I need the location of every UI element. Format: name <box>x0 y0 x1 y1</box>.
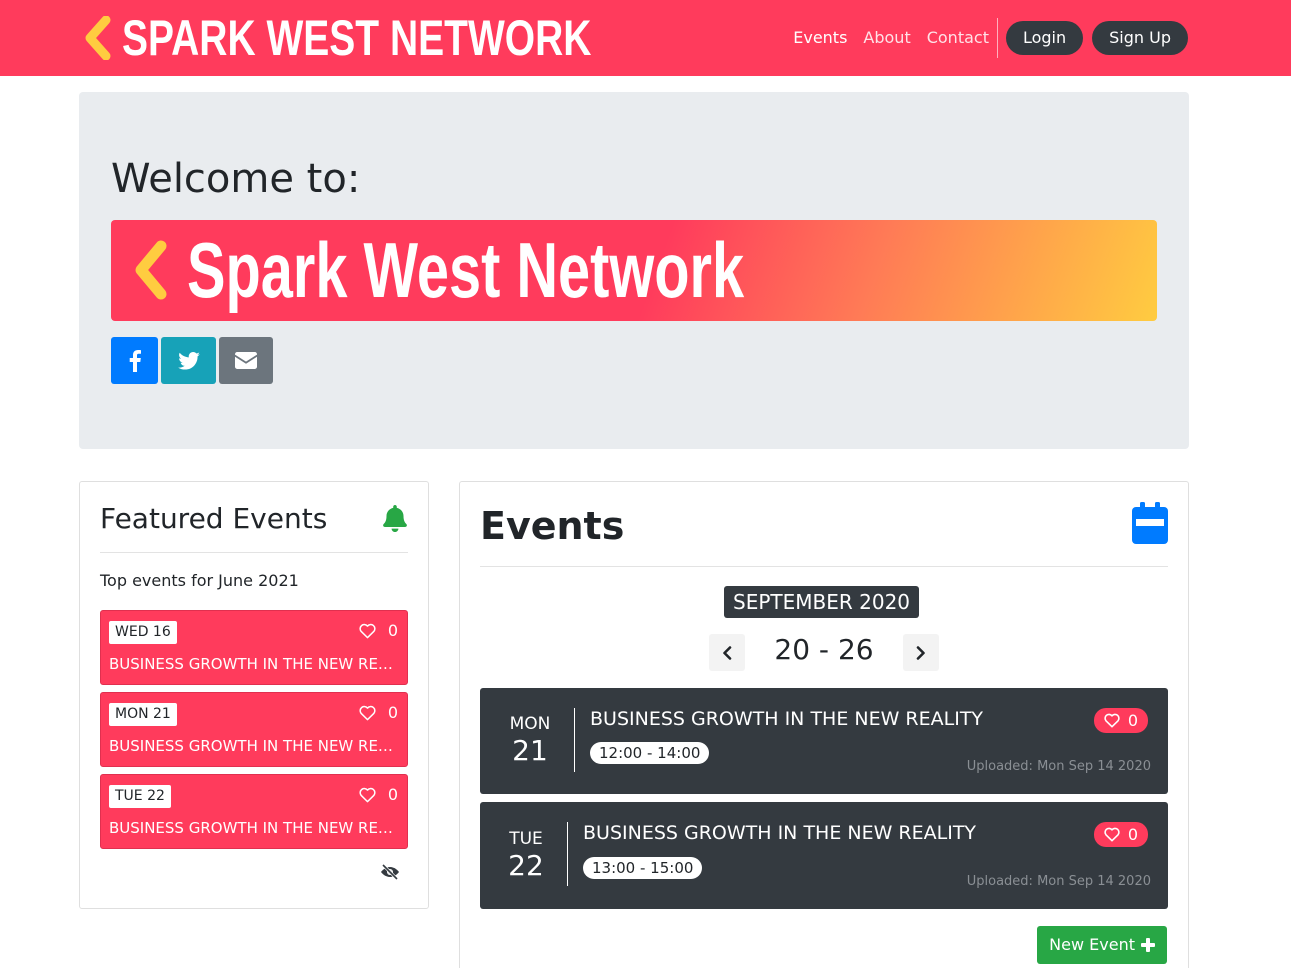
event-name: BUSINESS GROWTH IN THE NEW REALITY <box>109 655 401 673</box>
heart-icon <box>359 787 376 802</box>
like-counter[interactable]: 0 <box>359 621 398 640</box>
welcome-heading: Welcome to: <box>111 156 361 202</box>
twitter-icon <box>177 351 200 370</box>
chevron-left-icon <box>135 240 167 300</box>
facebook-share-button[interactable] <box>111 337 158 384</box>
welcome-jumbotron: Welcome to: Spark West Network <box>79 92 1189 449</box>
event-time-badge: 12:00 - 14:00 <box>590 742 710 764</box>
uploaded-date: Uploaded: Mon Sep 14 2020 <box>966 759 1151 774</box>
event-day-number: 21 <box>512 734 548 767</box>
facebook-icon <box>129 349 141 372</box>
calendar-icon <box>1132 502 1168 544</box>
event-name: BUSINESS GROWTH IN THE NEW REALITY <box>590 708 984 730</box>
featured-event-item[interactable]: WED 16 0 BUSINESS GROWTH IN THE NEW REAL… <box>100 610 408 685</box>
featured-event-item[interactable]: TUE 22 0 BUSINESS GROWTH IN THE NEW REAL… <box>100 774 408 849</box>
nav-divider <box>996 18 998 58</box>
event-date-badge: TUE 22 <box>109 785 171 808</box>
date-divider <box>567 822 568 886</box>
like-count: 0 <box>1127 711 1138 730</box>
new-event-label: New Event <box>1049 935 1135 954</box>
like-counter[interactable]: 0 <box>359 703 398 722</box>
featured-events-card: Featured Events Top events for June 2021… <box>79 481 429 909</box>
like-count: 0 <box>387 621 398 640</box>
eye-slash-icon[interactable] <box>380 864 400 880</box>
nav-link-events[interactable]: Events <box>793 18 847 58</box>
events-title: Events <box>480 504 625 548</box>
brand-name: Spark West Network <box>122 10 592 66</box>
event-weekday: MON <box>509 714 551 734</box>
events-card: Events SEPTEMBER 2020 20 - 26 MON 21 BUS… <box>459 481 1189 968</box>
event-date-badge: WED 16 <box>109 621 177 644</box>
bell-icon <box>383 505 407 532</box>
like-button[interactable]: 0 <box>1093 822 1148 847</box>
nav-links: Events About Contact Login Sign Up <box>777 18 1188 58</box>
event-name: BUSINESS GROWTH IN THE NEW REALITY <box>583 822 977 844</box>
like-counter[interactable]: 0 <box>359 785 398 804</box>
event-list-item[interactable]: TUE 22 BUSINESS GROWTH IN THE NEW REALIT… <box>480 802 1168 909</box>
event-date-badge: MON 21 <box>109 703 177 726</box>
share-buttons <box>111 337 273 384</box>
week-range: 20 - 26 <box>774 633 874 666</box>
heart-icon <box>359 705 376 720</box>
heart-icon <box>359 623 376 638</box>
banner-brand-name: Spark West Network <box>187 226 745 314</box>
chevron-left-icon <box>723 645 732 660</box>
featured-events-title: Featured Events <box>100 502 328 535</box>
nav-link-contact[interactable]: Contact <box>927 18 989 58</box>
like-count: 0 <box>1127 825 1138 844</box>
chevron-left-icon <box>85 16 111 60</box>
previous-week-button[interactable] <box>709 634 745 671</box>
like-button[interactable]: 0 <box>1093 708 1148 733</box>
twitter-share-button[interactable] <box>161 337 216 384</box>
signup-button[interactable]: Sign Up <box>1092 21 1188 55</box>
brand-banner: Spark West Network <box>111 220 1157 321</box>
like-count: 0 <box>387 703 398 722</box>
nav-link-about[interactable]: About <box>863 18 910 58</box>
event-name: BUSINESS GROWTH IN THE NEW REALITY <box>109 819 401 837</box>
plus-icon <box>1141 938 1155 952</box>
brand-logo[interactable]: Spark West Network <box>82 6 724 70</box>
event-time-badge: 13:00 - 15:00 <box>583 857 703 879</box>
event-name: BUSINESS GROWTH IN THE NEW REALITY <box>109 737 401 755</box>
chevron-right-icon <box>916 645 925 660</box>
next-week-button[interactable] <box>903 634 939 671</box>
event-day-number: 22 <box>508 849 544 882</box>
heart-icon <box>1104 713 1120 728</box>
event-list-item[interactable]: MON 21 BUSINESS GROWTH IN THE NEW REALIT… <box>480 688 1168 794</box>
event-weekday: TUE <box>509 829 543 849</box>
envelope-icon <box>235 352 257 369</box>
like-count: 0 <box>387 785 398 804</box>
featured-subtitle: Top events for June 2021 <box>100 571 299 590</box>
divider <box>100 552 408 553</box>
login-button[interactable]: Login <box>1005 21 1084 55</box>
week-navigator: 20 - 26 <box>709 633 939 671</box>
month-label: SEPTEMBER 2020 <box>724 586 920 618</box>
uploaded-date: Uploaded: Mon Sep 14 2020 <box>966 874 1151 889</box>
divider <box>480 566 1168 567</box>
heart-icon <box>1104 827 1120 842</box>
featured-event-item[interactable]: MON 21 0 BUSINESS GROWTH IN THE NEW REAL… <box>100 692 408 767</box>
email-share-button[interactable] <box>219 337 273 384</box>
top-navbar: Spark West Network Events About Contact … <box>0 0 1291 76</box>
date-divider <box>574 708 575 772</box>
new-event-button[interactable]: New Event <box>1037 926 1167 964</box>
